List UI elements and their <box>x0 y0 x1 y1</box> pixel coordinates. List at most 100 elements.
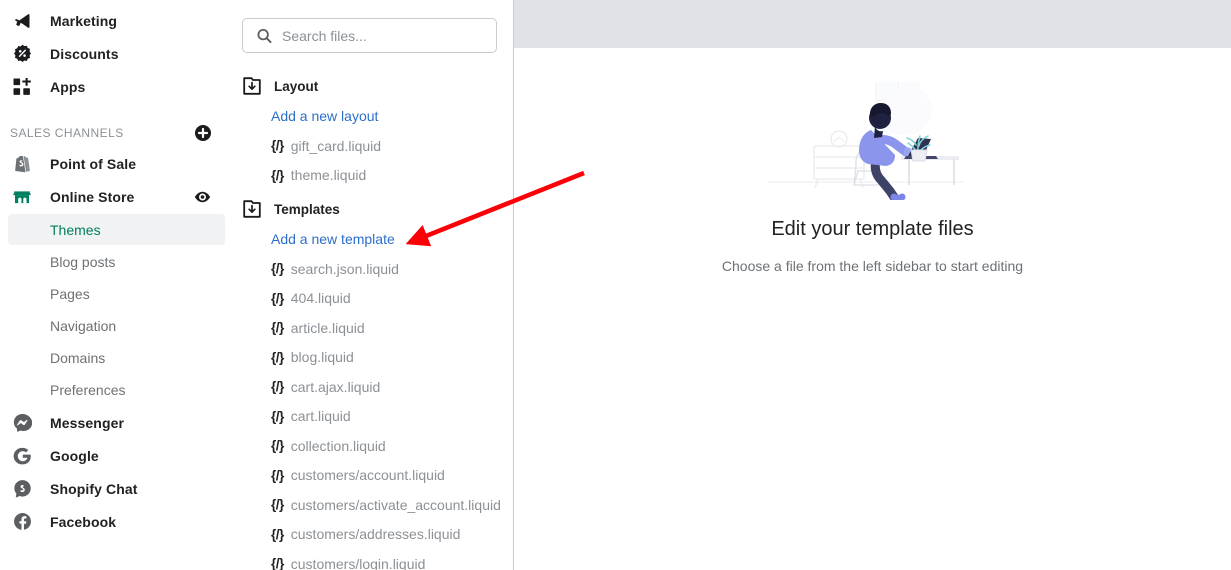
file-list-item[interactable]: {/} customers/login.liquid <box>233 549 513 570</box>
file-list-item[interactable]: {/} customers/account.liquid <box>233 461 513 491</box>
liquid-file-icon: {/} <box>271 349 284 365</box>
file-group-label: Layout <box>274 78 319 94</box>
liquid-file-icon: {/} <box>271 290 284 306</box>
liquid-file-icon: {/} <box>271 438 284 454</box>
file-list-item[interactable]: {/} gift_card.liquid <box>233 131 513 161</box>
file-list-item[interactable]: {/} customers/activate_account.liquid <box>233 490 513 520</box>
main-sidebar: Marketing Discounts Apps SALES CHANNELS … <box>0 0 233 570</box>
file-name: customers/activate_account.liquid <box>290 496 501 513</box>
sidebar-item-navigation[interactable]: Navigation <box>8 310 225 341</box>
file-list-item[interactable]: {/} cart.liquid <box>233 402 513 432</box>
liquid-file-icon: {/} <box>271 408 284 424</box>
file-name: blog.liquid <box>290 349 354 366</box>
file-name: article.liquid <box>290 319 365 336</box>
folder-download-icon <box>243 200 261 218</box>
sidebar-item-domains[interactable]: Domains <box>8 342 225 373</box>
file-name: theme.liquid <box>290 167 367 184</box>
liquid-file-icon: {/} <box>271 379 284 395</box>
liquid-file-icon: {/} <box>271 167 284 183</box>
sidebar-item-label: Google <box>50 447 99 464</box>
shopify-chat-icon <box>12 479 32 499</box>
sidebar-item-label: Marketing <box>50 12 118 29</box>
file-name: cart.liquid <box>290 408 351 425</box>
file-name: gift_card.liquid <box>290 137 382 154</box>
file-group-header-layout[interactable]: Layout <box>233 71 513 101</box>
megaphone-icon <box>12 11 32 31</box>
file-list-item[interactable]: {/} cart.ajax.liquid <box>233 372 513 402</box>
sidebar-item-discounts[interactable]: Discounts <box>0 37 233 70</box>
file-list-item[interactable]: {/} theme.liquid <box>233 161 513 191</box>
facebook-icon <box>12 512 32 532</box>
sidebar-item-marketing[interactable]: Marketing <box>0 4 233 37</box>
file-name: customers/login.liquid <box>290 555 426 570</box>
file-browser-panel: Layout Add a new layout {/} gift_card.li… <box>233 0 514 570</box>
file-list-item[interactable]: {/} 404.liquid <box>233 284 513 314</box>
file-name: 404.liquid <box>290 290 351 307</box>
liquid-file-icon: {/} <box>271 497 284 513</box>
sidebar-item-label: Facebook <box>50 513 117 530</box>
empty-state: Edit your template files Choose a file f… <box>514 48 1231 274</box>
file-list-item[interactable]: {/} search.json.liquid <box>233 254 513 284</box>
file-group-header-templates[interactable]: Templates <box>233 194 513 224</box>
sidebar-item-point-of-sale[interactable]: Point of Sale <box>0 147 233 180</box>
file-name: customers/account.liquid <box>290 467 445 484</box>
apps-grid-icon <box>12 77 32 97</box>
search-box[interactable] <box>242 18 497 53</box>
sidebar-item-preferences[interactable]: Preferences <box>8 374 225 405</box>
google-icon <box>12 446 32 466</box>
sidebar-item-shopify-chat[interactable]: Shopify Chat <box>0 472 233 505</box>
folder-download-icon <box>243 77 261 95</box>
messenger-icon <box>12 413 32 433</box>
liquid-file-icon: {/} <box>271 526 284 542</box>
sidebar-item-pages[interactable]: Pages <box>8 278 225 309</box>
sidebar-item-label: Discounts <box>50 45 119 62</box>
sidebar-subitem-label: Navigation <box>50 317 117 334</box>
sidebar-item-label: Shopify Chat <box>50 480 138 497</box>
top-toolbar <box>514 0 1231 48</box>
sidebar-item-online-store[interactable]: Online Store <box>0 180 233 213</box>
sidebar-item-label: Online Store <box>50 188 135 205</box>
sidebar-item-label: Apps <box>50 78 86 95</box>
add-new-layout-link[interactable]: Add a new layout <box>233 101 513 131</box>
liquid-file-icon: {/} <box>271 467 284 483</box>
eye-icon[interactable] <box>194 188 211 205</box>
theme-code-editor-app: Marketing Discounts Apps SALES CHANNELS … <box>0 0 1231 570</box>
search-container <box>233 0 513 53</box>
liquid-file-icon: {/} <box>271 261 284 277</box>
empty-state-title: Edit your template files <box>771 218 974 240</box>
search-icon <box>257 28 272 43</box>
sidebar-item-themes[interactable]: Themes <box>8 214 225 245</box>
liquid-file-icon: {/} <box>271 320 284 336</box>
sidebar-item-label: Messenger <box>50 414 125 431</box>
discount-badge-icon <box>12 44 32 64</box>
section-title: SALES CHANNELS <box>10 126 124 140</box>
editor-main-area: Edit your template files Choose a file f… <box>514 0 1231 570</box>
sidebar-item-label: Point of Sale <box>50 155 137 172</box>
file-list-item[interactable]: {/} blog.liquid <box>233 343 513 373</box>
shopify-bag-icon <box>12 154 32 174</box>
sidebar-item-apps[interactable]: Apps <box>0 70 233 103</box>
sidebar-item-messenger[interactable]: Messenger <box>0 406 233 439</box>
file-list-item[interactable]: {/} collection.liquid <box>233 431 513 461</box>
file-list-item[interactable]: {/} customers/addresses.liquid <box>233 520 513 550</box>
search-input[interactable] <box>243 19 496 52</box>
sidebar-subitem-label: Blog posts <box>50 253 116 270</box>
sidebar-item-google[interactable]: Google <box>0 439 233 472</box>
file-name: collection.liquid <box>290 437 386 454</box>
sidebar-item-facebook[interactable]: Facebook <box>0 505 233 538</box>
file-name: cart.ajax.liquid <box>290 378 381 395</box>
sales-channels-section-header: SALES CHANNELS <box>0 119 233 147</box>
sidebar-subitem-label: Domains <box>50 349 106 366</box>
file-list-item[interactable]: {/} article.liquid <box>233 313 513 343</box>
file-name: customers/addresses.liquid <box>290 526 461 543</box>
file-list: Layout Add a new layout {/} gift_card.li… <box>233 53 513 570</box>
sidebar-subitem-label: Preferences <box>50 381 126 398</box>
plus-circle-icon[interactable] <box>195 125 211 141</box>
file-name: search.json.liquid <box>290 260 399 277</box>
storefront-icon <box>12 187 32 207</box>
add-new-template-link[interactable]: Add a new template <box>233 224 513 254</box>
empty-state-subtitle: Choose a file from the left sidebar to s… <box>721 258 1024 274</box>
sidebar-item-blog-posts[interactable]: Blog posts <box>8 246 225 277</box>
sidebar-subitem-label: Pages <box>50 285 90 302</box>
liquid-file-icon: {/} <box>271 556 284 570</box>
